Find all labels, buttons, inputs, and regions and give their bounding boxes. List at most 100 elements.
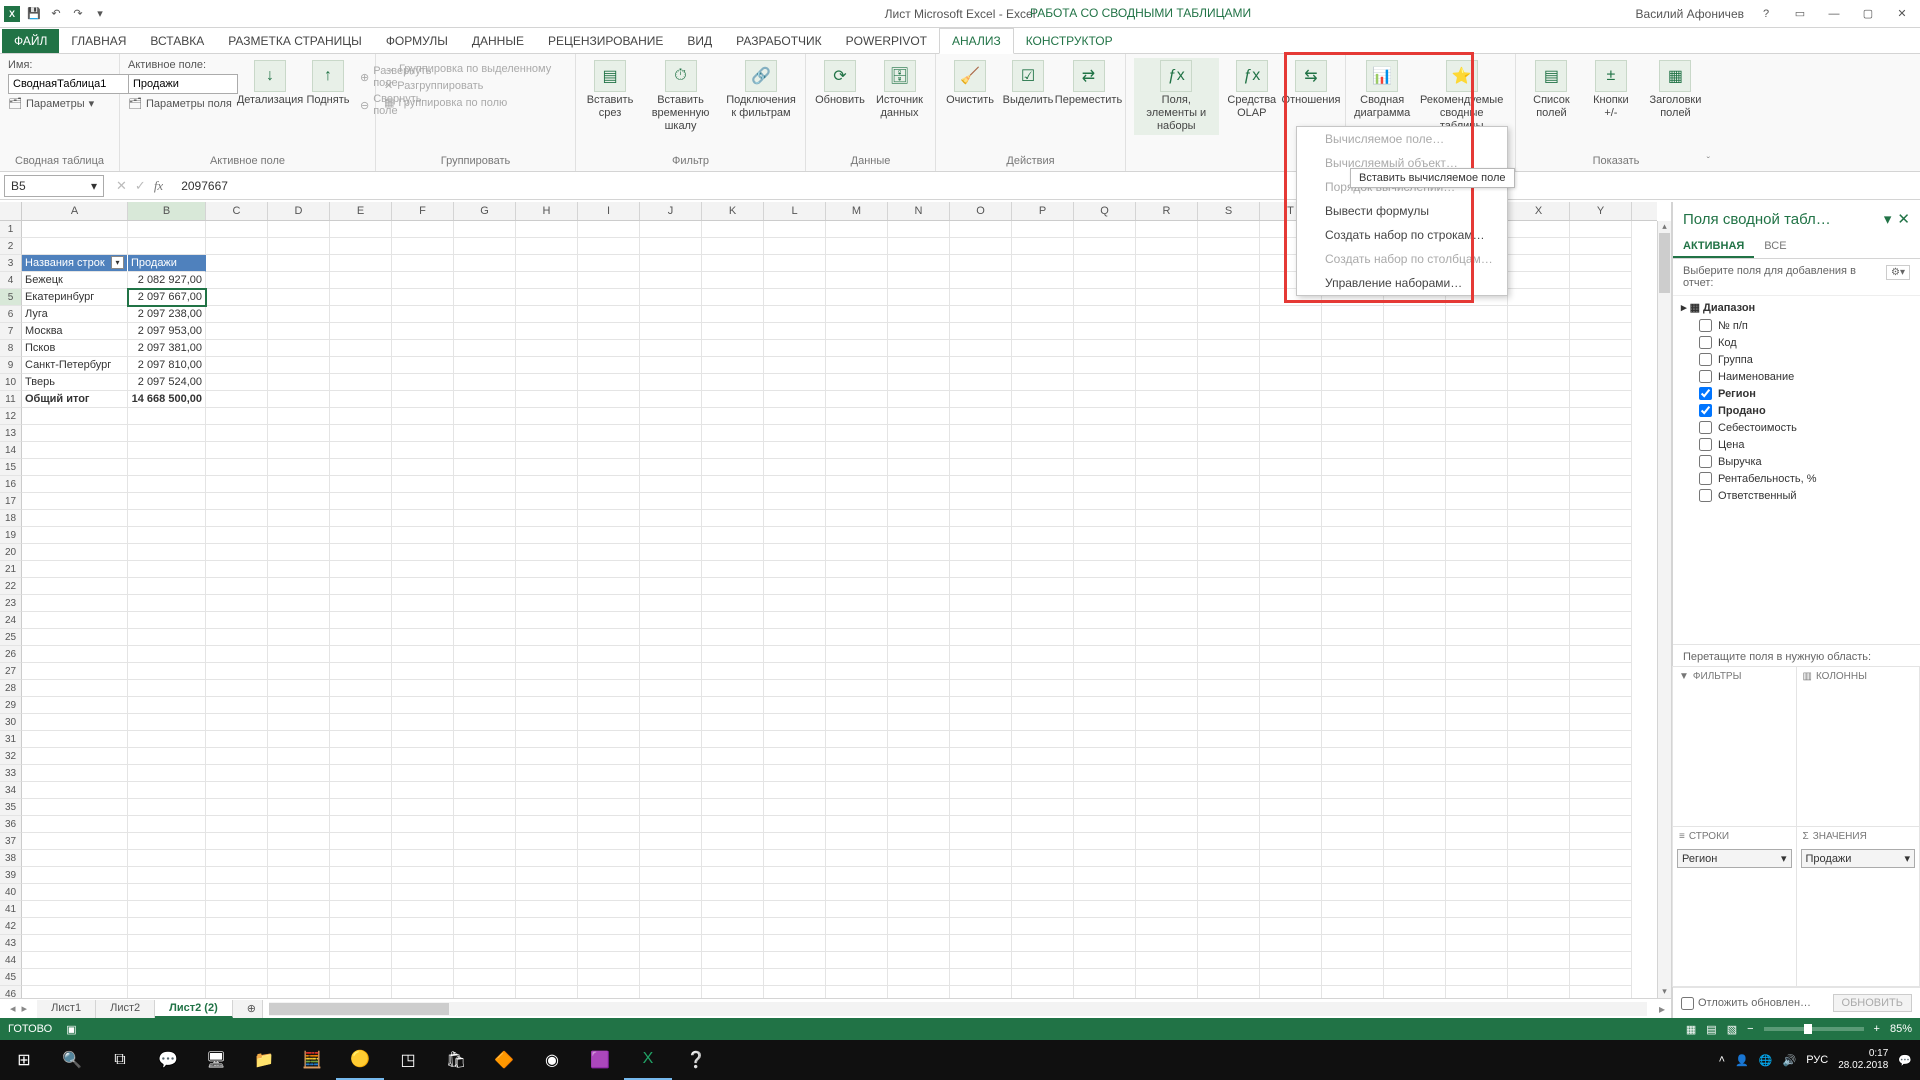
col-header-X[interactable]: X (1508, 202, 1570, 220)
zone-values[interactable]: Σ ЗНАЧЕНИЯПродажи▾ (1796, 826, 1920, 987)
save-icon[interactable]: 💾 (26, 6, 42, 22)
pt-row-value[interactable]: 2 097 810,00 (128, 357, 206, 374)
row-header-11[interactable]: 11 (0, 391, 22, 408)
col-header-G[interactable]: G (454, 202, 516, 220)
pt-row-label[interactable]: Псков (22, 340, 128, 357)
field-Рентабельность, %[interactable]: Рентабельность, % (1679, 470, 1914, 487)
select-button[interactable]: ☑Выделить (1002, 58, 1054, 109)
help-icon[interactable]: ? (1754, 4, 1778, 24)
row-header-31[interactable]: 31 (0, 731, 22, 748)
row-header-23[interactable]: 23 (0, 595, 22, 612)
defer-update-checkbox[interactable]: Отложить обновлен… (1681, 997, 1811, 1010)
pt-total-value[interactable]: 14 668 500,00 (128, 391, 206, 408)
tray-volume-icon[interactable]: 🔊 (1783, 1054, 1797, 1067)
store-icon[interactable]: 🛍 (432, 1040, 480, 1080)
row-header-15[interactable]: 15 (0, 459, 22, 476)
row-header-46[interactable]: 46 (0, 986, 22, 998)
view-pagelayout-icon[interactable]: ▤ (1706, 1023, 1716, 1036)
tray-lang[interactable]: РУС (1806, 1054, 1828, 1066)
row-header-34[interactable]: 34 (0, 782, 22, 799)
row-header-22[interactable]: 22 (0, 578, 22, 595)
menu-create-set-cols[interactable]: Создать набор по столбцам… (1297, 247, 1507, 271)
pt-total-label[interactable]: Общий итог (22, 391, 128, 408)
data-source-button[interactable]: 🗄Источник данных (872, 58, 927, 122)
row-header-1[interactable]: 1 (0, 221, 22, 238)
redo-icon[interactable]: ↷ (70, 6, 86, 22)
excel-taskbar-icon[interactable]: X (624, 1040, 672, 1080)
view-pagebreak-icon[interactable]: ▧ (1727, 1023, 1737, 1036)
row-header-14[interactable]: 14 (0, 442, 22, 459)
row-header-36[interactable]: 36 (0, 816, 22, 833)
minimize-icon[interactable]: — (1822, 4, 1846, 24)
view-normal-icon[interactable]: ▦ (1686, 1023, 1696, 1036)
col-header-O[interactable]: O (950, 202, 1012, 220)
row-header-13[interactable]: 13 (0, 425, 22, 442)
pt-row-label[interactable]: Бежецк (22, 272, 128, 289)
col-header-D[interactable]: D (268, 202, 330, 220)
zoom-out-icon[interactable]: − (1747, 1023, 1753, 1035)
row-header-32[interactable]: 32 (0, 748, 22, 765)
tab-powerpivot[interactable]: POWERPIVOT (834, 29, 939, 53)
col-header-J[interactable]: J (640, 202, 702, 220)
move-button[interactable]: ⇄Переместить (1060, 58, 1117, 109)
group-by-field-button[interactable]: ▦ Группировка по полю (384, 95, 507, 110)
macro-record-icon[interactable]: ▣ (66, 1023, 76, 1036)
drillup-button[interactable]: ↑Поднять (302, 58, 354, 109)
fieldpane-close-icon[interactable]: ✕ (1897, 210, 1910, 228)
taskbar-app-1[interactable]: 💬 (144, 1040, 192, 1080)
row-header-2[interactable]: 2 (0, 238, 22, 255)
menu-calc-field[interactable]: Вычисляемое поле… (1297, 127, 1507, 151)
steam-icon[interactable]: ◉ (528, 1040, 576, 1080)
row-header-29[interactable]: 29 (0, 697, 22, 714)
row-header-25[interactable]: 25 (0, 629, 22, 646)
taskbar-help-icon[interactable]: ❔ (672, 1040, 720, 1080)
row-header-19[interactable]: 19 (0, 527, 22, 544)
plusminus-button[interactable]: ±Кнопки +/- (1585, 58, 1637, 122)
search-icon[interactable]: 🔍 (48, 1040, 96, 1080)
col-header-R[interactable]: R (1136, 202, 1198, 220)
row-header-38[interactable]: 38 (0, 850, 22, 867)
taskbar-app-2[interactable]: 🖥 (192, 1040, 240, 1080)
tab-developer[interactable]: РАЗРАБОТЧИК (724, 29, 834, 53)
ribbon-collapse-icon[interactable]: ˇ (1707, 156, 1710, 167)
col-header-B[interactable]: B (128, 202, 206, 220)
row-header-26[interactable]: 26 (0, 646, 22, 663)
fieldpane-layout-button[interactable]: ⚙▾ (1886, 265, 1910, 280)
vertical-scrollbar[interactable]: ▴ ▾ (1657, 221, 1671, 998)
row-header-37[interactable]: 37 (0, 833, 22, 850)
row-header-41[interactable]: 41 (0, 901, 22, 918)
tab-design[interactable]: КОНСТРУКТОР (1014, 29, 1125, 53)
pt-row-value[interactable]: 2 097 381,00 (128, 340, 206, 357)
pt-row-value[interactable]: 2 097 667,00 (128, 289, 206, 306)
tab-data[interactable]: ДАННЫЕ (460, 29, 536, 53)
grid[interactable]: ABCDEFGHIJKLMNOPQRSTUVWXY 123Названия ст… (0, 202, 1672, 1018)
row-header-18[interactable]: 18 (0, 510, 22, 527)
tab-view[interactable]: ВИД (675, 29, 724, 53)
row-header-44[interactable]: 44 (0, 952, 22, 969)
col-header-E[interactable]: E (330, 202, 392, 220)
row-header-35[interactable]: 35 (0, 799, 22, 816)
zone-filters[interactable]: ▼ ФИЛЬТРЫ (1672, 666, 1797, 827)
taskbar-app-4[interactable]: 🔶 (480, 1040, 528, 1080)
sheet-nav-first-icon[interactable]: ◂ (10, 1002, 16, 1015)
pt-row-label[interactable]: Екатеринбург (22, 289, 128, 306)
undo-icon[interactable]: ↶ (48, 6, 64, 22)
pt-row-label[interactable]: Тверь (22, 374, 128, 391)
fields-items-sets-button[interactable]: ƒxПоля, элементы и наборы (1134, 58, 1219, 135)
row-header-45[interactable]: 45 (0, 969, 22, 986)
field-Наименование[interactable]: Наименование (1679, 368, 1914, 385)
update-button[interactable]: ОБНОВИТЬ (1833, 994, 1912, 1012)
active-field-input[interactable] (128, 74, 238, 94)
select-all-corner[interactable] (0, 202, 22, 221)
filter-connections-button[interactable]: 🔗Подключения к фильтрам (725, 58, 797, 122)
row-header-16[interactable]: 16 (0, 476, 22, 493)
chrome-icon[interactable]: 🟡 (336, 1040, 384, 1080)
pt-row-label[interactable]: Санкт-Петербург (22, 357, 128, 374)
row-header-12[interactable]: 12 (0, 408, 22, 425)
row-header-9[interactable]: 9 (0, 357, 22, 374)
pivot-chart-button[interactable]: 📊Сводная диаграмма (1354, 58, 1410, 122)
fieldpane-options-icon[interactable]: ▾ (1884, 210, 1892, 228)
field-Код[interactable]: Код (1679, 334, 1914, 351)
tray-up-icon[interactable]: ˄ (1719, 1054, 1725, 1066)
field-Регион[interactable]: Регион (1679, 385, 1914, 402)
